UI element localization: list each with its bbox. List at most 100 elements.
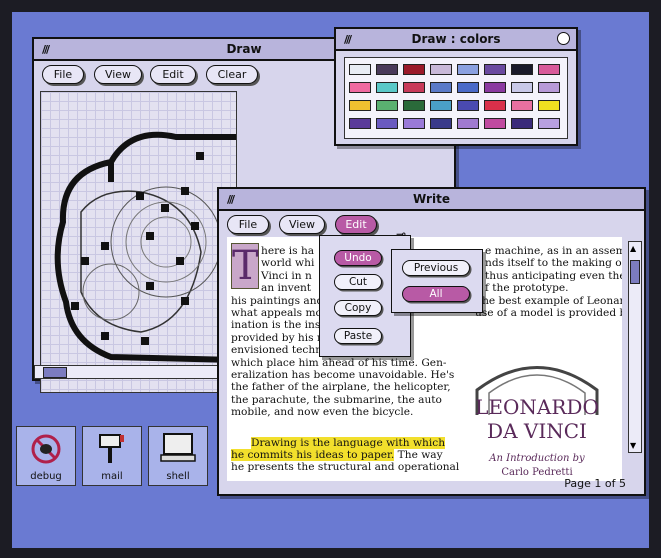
scroll-down-arrow-icon[interactable]: ▼	[630, 441, 636, 450]
cut-menu-item[interactable]: Cut	[334, 274, 382, 290]
bug-icon	[31, 434, 61, 464]
pillar	[136, 192, 144, 200]
pillar	[181, 297, 189, 305]
color-swatch[interactable]	[484, 118, 506, 129]
draw-file-button[interactable]: File	[42, 65, 84, 84]
pillar	[101, 332, 109, 340]
color-swatch[interactable]	[430, 82, 452, 93]
grip-icon: ///	[42, 43, 50, 56]
color-swatch[interactable]	[538, 100, 560, 111]
menu-pin-icon: ⊸	[395, 227, 406, 241]
color-swatch[interactable]	[376, 118, 398, 129]
apse-circle	[82, 263, 140, 321]
dock-debug[interactable]: debug	[16, 426, 76, 486]
color-swatch[interactable]	[376, 82, 398, 93]
draw-horizontal-scrollbar[interactable]	[34, 365, 236, 379]
all-menu-item[interactable]: All	[402, 286, 470, 302]
pillar	[176, 257, 184, 265]
undo-submenu: Previous All	[391, 249, 483, 313]
write-vertical-scrollbar[interactable]: ▲ ▼	[628, 241, 642, 453]
color-swatch[interactable]	[403, 64, 425, 75]
color-swatch[interactable]	[511, 100, 533, 111]
color-swatch[interactable]	[349, 82, 371, 93]
mailbox-icon	[99, 434, 124, 463]
color-swatch[interactable]	[511, 118, 533, 129]
color-swatch[interactable]	[457, 100, 479, 111]
copy-menu-item[interactable]: Copy	[334, 300, 382, 316]
color-swatch[interactable]	[403, 100, 425, 111]
color-swatch[interactable]	[376, 64, 398, 75]
body-line: nds itself to the making of	[485, 257, 622, 270]
draw-edit-button[interactable]: Edit	[150, 65, 196, 84]
color-swatch[interactable]	[484, 100, 506, 111]
color-swatch[interactable]	[511, 64, 533, 75]
color-swatch[interactable]	[376, 100, 398, 111]
color-swatch[interactable]	[349, 100, 371, 111]
color-swatch[interactable]	[430, 100, 452, 111]
body-line: an invent	[261, 282, 312, 295]
previous-menu-item[interactable]: Previous	[402, 260, 470, 276]
page-status: Page 1 of 5	[564, 477, 626, 490]
body-line: mobile, and now even the bicycle.	[231, 406, 414, 419]
body-line: he presents the structural and operation…	[231, 461, 460, 473]
body-line: world whi	[261, 257, 315, 270]
book-title-line-2: DA VINCI	[487, 419, 587, 443]
write-file-button[interactable]: File	[227, 215, 269, 234]
color-swatch[interactable]	[484, 82, 506, 93]
body-line: use of a model is provided by his	[475, 307, 622, 319]
color-swatch[interactable]	[511, 82, 533, 93]
scroll-up-arrow-icon[interactable]: ▲	[630, 244, 636, 253]
pillar	[196, 152, 204, 160]
book-subtitle: An Introduction by	[489, 453, 585, 464]
dock-label: shell	[166, 471, 190, 482]
body-line: envisioned techno	[231, 344, 329, 357]
write-titlebar[interactable]: /// Write	[219, 189, 644, 211]
dome-circle	[110, 186, 222, 298]
body-line: f the prototype.	[485, 282, 569, 295]
body-line: which place him ahead of his time. Gen-	[231, 356, 447, 369]
body-line: what appeals mos	[231, 307, 328, 319]
dock-mail[interactable]: mail	[82, 426, 142, 486]
draw-view-button[interactable]: View	[94, 65, 142, 84]
paste-menu-item[interactable]: Paste	[334, 328, 382, 344]
body-line: thus anticipating even the	[485, 269, 622, 282]
color-swatch-grid	[344, 57, 568, 139]
color-swatch[interactable]	[430, 64, 452, 75]
grip-icon: ///	[227, 193, 235, 206]
color-swatch[interactable]	[403, 82, 425, 93]
dock-label: debug	[30, 471, 62, 482]
color-swatch[interactable]	[349, 64, 371, 75]
color-swatch[interactable]	[349, 118, 371, 129]
draw-clear-button[interactable]: Clear	[206, 65, 258, 84]
floor-plan-outline	[54, 131, 236, 363]
scroll-thumb[interactable]	[43, 367, 67, 378]
draw-canvas[interactable]	[40, 91, 237, 393]
pillar	[191, 222, 199, 230]
pillar	[71, 302, 79, 310]
colors-titlebar[interactable]: /// Draw : colors	[336, 29, 576, 51]
pillar	[181, 187, 189, 195]
color-swatch[interactable]	[538, 82, 560, 93]
write-view-button[interactable]: View	[279, 215, 325, 234]
color-swatch[interactable]	[538, 118, 560, 129]
color-swatch[interactable]	[484, 64, 506, 75]
color-swatch[interactable]	[457, 64, 479, 75]
color-swatch[interactable]	[538, 64, 560, 75]
body-line: e machine, as in an assem-	[485, 245, 622, 257]
color-swatch[interactable]	[457, 118, 479, 129]
color-swatch[interactable]	[457, 82, 479, 93]
color-swatch[interactable]	[403, 118, 425, 129]
dock-shell[interactable]: shell	[148, 426, 208, 486]
draw-title: Draw	[226, 42, 262, 56]
book-title-line-1: LEONARDO	[475, 395, 599, 419]
color-swatch[interactable]	[430, 118, 452, 129]
write-edit-button[interactable]: Edit	[335, 215, 377, 234]
grip-icon: ///	[344, 33, 352, 46]
body-line: ination is the insi	[231, 319, 324, 332]
body-line: eralization has become unavoidable. He's	[231, 369, 455, 381]
zoom-icon[interactable]	[557, 32, 570, 45]
scroll-thumb[interactable]	[630, 260, 640, 284]
write-menubar: File View Edit	[219, 211, 644, 237]
undo-menu-item[interactable]: Undo	[334, 250, 382, 266]
dock-label: mail	[101, 471, 123, 482]
